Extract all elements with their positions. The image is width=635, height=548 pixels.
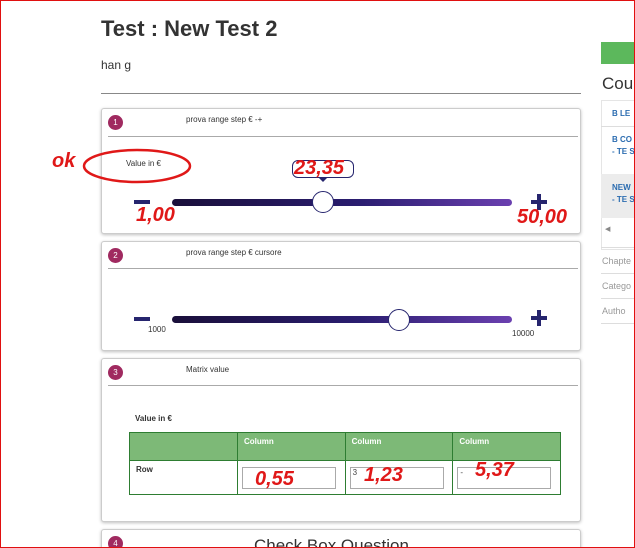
matrix-column-header: Column xyxy=(237,432,346,461)
question-number-badge: 4 xyxy=(108,536,123,548)
slider-min-label: 1000 xyxy=(148,325,166,334)
matrix-row-label: Row xyxy=(129,460,238,495)
annotation-min-value: 1,00 xyxy=(136,204,175,226)
question-title: Matrix value xyxy=(186,365,230,374)
annotation-ok: ok xyxy=(52,150,76,172)
question-separator xyxy=(108,385,578,386)
range-slider-thumb[interactable] xyxy=(312,191,334,213)
annotation-tooltip-value: 23,35 xyxy=(294,157,345,179)
sidebar-heading: Cou xyxy=(602,74,634,93)
question-separator xyxy=(108,136,578,137)
range-slider-thumb[interactable] xyxy=(388,309,410,331)
sidebar-divider xyxy=(601,323,635,324)
slider-max-label: 10000 xyxy=(512,329,535,338)
sidebar-divider xyxy=(601,273,635,274)
sidebar-divider xyxy=(601,298,635,299)
question-number-badge: 3 xyxy=(108,365,123,380)
annotation-max-value: 50,00 xyxy=(517,206,568,228)
range-slider-track[interactable] xyxy=(172,199,512,206)
sidebar-link-2[interactable]: B CO xyxy=(612,134,632,145)
question-number-badge: 2 xyxy=(108,248,123,263)
sidebar-action-button[interactable] xyxy=(601,42,635,64)
matrix-header-row: Column Column Column xyxy=(129,432,561,461)
question-title: prova range step € cursore xyxy=(186,248,282,257)
sidebar-link-2-sub[interactable]: - TE S xyxy=(612,146,635,157)
question-card-4: 4 Check Box Question xyxy=(101,529,581,548)
sidebar-link-1[interactable]: B LE xyxy=(612,108,630,119)
range-slider-track[interactable] xyxy=(172,316,512,323)
question-title: prova range step € -+ xyxy=(186,115,263,124)
annotation-ellipse xyxy=(82,148,192,184)
sidebar-meta-chapter: Chapte xyxy=(602,256,632,266)
sidebar-link-3[interactable]: NEW xyxy=(612,182,631,193)
sidebar-divider xyxy=(601,247,635,248)
increment-button-vertical[interactable] xyxy=(537,310,541,326)
title-divider xyxy=(101,93,581,94)
annotation-cell-2: 1,23 xyxy=(364,464,403,486)
matrix-column-header: Column xyxy=(452,432,561,461)
sidebar-link-3-sub[interactable]: - TE S xyxy=(612,194,635,205)
sidebar-meta-author: Autho xyxy=(602,306,626,316)
matrix-label: Value in € xyxy=(135,414,172,423)
question-title: Check Box Question xyxy=(254,536,409,548)
question-card-3: 3 Matrix value Value in € Column Column … xyxy=(101,358,581,522)
matrix-corner-cell xyxy=(129,432,238,461)
sidebar-divider xyxy=(601,126,635,127)
decrement-button[interactable] xyxy=(134,317,150,321)
sidebar-meta-category: Catego xyxy=(602,281,632,291)
question-card-2: 2 prova range step € cursore 1000 10000 xyxy=(101,241,581,351)
matrix-column-header: Column xyxy=(344,432,454,461)
page-title: Test : New Test 2 xyxy=(101,16,278,41)
question-number-badge: 1 xyxy=(108,115,123,130)
question-separator xyxy=(108,268,578,269)
annotation-cell-3: 5,37 xyxy=(475,459,514,481)
annotation-cell-1: 0,55 xyxy=(255,468,294,490)
page-subtitle: han g xyxy=(101,58,132,72)
sidebar-scroll-left-icon[interactable]: ◀ xyxy=(605,225,610,233)
